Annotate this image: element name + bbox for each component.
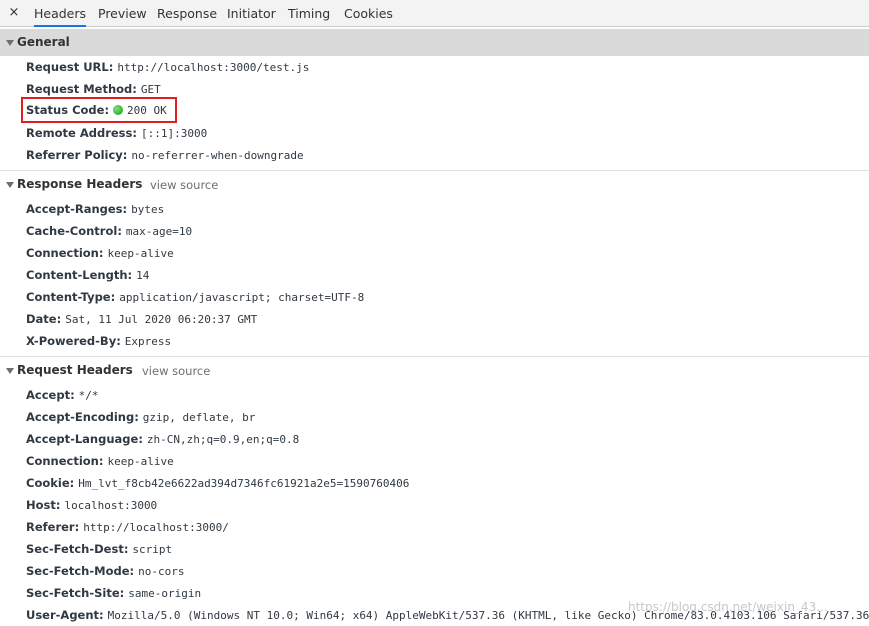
request-headers-title: Request Headers (17, 363, 133, 377)
response-row-content-type: Content-Type: application/javascript; cha… (26, 288, 364, 306)
general-section-header[interactable]: General (0, 29, 869, 56)
header-value: http://localhost:3000/ (83, 521, 229, 534)
header-name: Accept-Language: (26, 432, 143, 446)
header-name: Accept-Encoding: (26, 410, 139, 424)
header-name: Remote Address: (26, 126, 137, 140)
general-row-remote-address: Remote Address: [::1]:3000 (26, 124, 207, 142)
header-name: Request Method: (26, 82, 137, 96)
response-row-x-powered-by: X-Powered-By: Express (26, 332, 171, 350)
request-row-sec-fetch-dest: Sec-Fetch-Dest: script (26, 540, 172, 558)
header-name: Cookie: (26, 476, 75, 490)
general-row-referrer-policy: Referrer Policy: no-referrer-when-downgra… (26, 146, 304, 164)
expand-triangle-icon[interactable] (6, 40, 14, 46)
header-value: no-referrer-when-downgrade (131, 149, 304, 162)
tab-cookies[interactable]: Cookies (344, 0, 393, 26)
response-row-content-length: Content-Length: 14 (26, 266, 149, 284)
close-icon[interactable]: × (8, 6, 20, 20)
header-name: Date: (26, 312, 62, 326)
response-row-cache-control: Cache-Control: max-age=10 (26, 222, 192, 240)
header-name: Content-Type: (26, 290, 116, 304)
expand-triangle-icon[interactable] (6, 182, 14, 188)
header-value: gzip, deflate, br (142, 411, 256, 424)
header-name: Sec-Fetch-Mode: (26, 564, 135, 578)
header-value: bytes (131, 203, 165, 216)
header-name: X-Powered-By: (26, 334, 121, 348)
response-row-accept-ranges: Accept-Ranges: bytes (26, 200, 164, 218)
header-value: no-cors (138, 565, 185, 578)
header-name: Referrer Policy: (26, 148, 128, 162)
tab-bar: × Headers Preview Response Initiator Tim… (0, 0, 869, 27)
response-headers-title: Response Headers (17, 177, 143, 191)
header-name: Host: (26, 498, 61, 512)
header-name: Request URL: (26, 60, 114, 74)
response-headers-section-header[interactable]: Response Headers view source (0, 171, 869, 198)
header-value: max-age=10 (125, 225, 193, 238)
request-row-cookie: Cookie: Hm_lvt_f8cb42e6622ad394d7346fc619… (26, 474, 409, 492)
header-name: Connection: (26, 454, 104, 468)
header-value: http://localhost:3000/test.js (117, 61, 310, 74)
request-row-sec-fetch-site: Sec-Fetch-Site: same-origin (26, 584, 201, 602)
request-row-accept-encoding: Accept-Encoding: gzip, deflate, br (26, 408, 255, 426)
request-row-sec-fetch-mode: Sec-Fetch-Mode: no-cors (26, 562, 184, 580)
request-row-accept-language: Accept-Language: zh-CN,zh;q=0.9,en;q=0.8 (26, 430, 299, 448)
header-name: Accept-Ranges: (26, 202, 128, 216)
header-value: keep-alive (107, 455, 174, 468)
header-name: Sec-Fetch-Dest: (26, 542, 129, 556)
header-value: application/javascript; charset=UTF-8 (119, 291, 365, 304)
header-name: Sec-Fetch-Site: (26, 586, 125, 600)
header-name: User-Agent: (26, 608, 104, 622)
request-row-referer: Referer: http://localhost:3000/ (26, 518, 229, 536)
header-name: Content-Length: (26, 268, 133, 282)
tab-headers[interactable]: Headers (34, 0, 87, 27)
header-value: same-origin (128, 587, 202, 600)
request-row-host: Host: localhost:3000 (26, 496, 157, 514)
header-value: [::1]:3000 (140, 127, 208, 140)
tab-initiator[interactable]: Initiator (227, 0, 276, 26)
request-row-accept: Accept: */* (26, 386, 99, 404)
header-name: Connection: (26, 246, 104, 260)
header-name: Referer: (26, 520, 80, 534)
header-value: Hm_lvt_f8cb42e6622ad394d7346fc61921a2e5=… (78, 477, 410, 490)
header-value: script (132, 543, 173, 556)
header-value: keep-alive (107, 247, 174, 260)
response-row-connection: Connection: keep-alive (26, 244, 174, 262)
expand-triangle-icon[interactable] (6, 368, 14, 374)
watermark-text: https://blog.csdn.net/weixin_43... (628, 600, 828, 614)
header-value: zh-CN,zh;q=0.9,en;q=0.8 (146, 433, 300, 446)
tab-timing[interactable]: Timing (288, 0, 330, 26)
response-row-date: Date: Sat, 11 Jul 2020 06:20:37 GMT (26, 310, 257, 328)
request-row-connection: Connection: keep-alive (26, 452, 174, 470)
status-code-highlight-box (21, 97, 177, 123)
header-value: 14 (136, 269, 150, 282)
request-headers-section-header[interactable]: Request Headers view source (0, 357, 869, 384)
header-name: Cache-Control: (26, 224, 122, 238)
response-view-source-link[interactable]: view source (150, 178, 218, 192)
general-row-request-url: Request URL: http://localhost:3000/test.j… (26, 58, 309, 76)
header-value: localhost:3000 (64, 499, 158, 512)
header-value: Express (124, 335, 172, 348)
general-title: General (17, 35, 70, 49)
header-value: Sat, 11 Jul 2020 06:20:37 GMT (65, 313, 258, 326)
tab-preview[interactable]: Preview (98, 0, 147, 26)
header-name: Accept: (26, 388, 75, 402)
header-value: GET (140, 83, 161, 96)
request-view-source-link[interactable]: view source (142, 364, 210, 378)
header-value: */* (78, 389, 99, 402)
tab-response[interactable]: Response (157, 0, 217, 26)
general-row-request-method: Request Method: GET (26, 80, 161, 98)
